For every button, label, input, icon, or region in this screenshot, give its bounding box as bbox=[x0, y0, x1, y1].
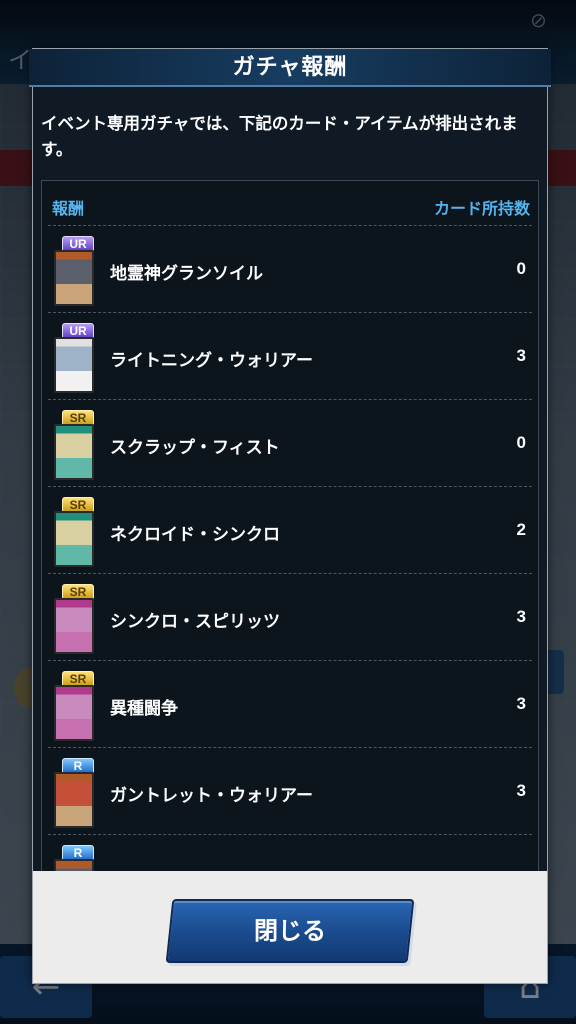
card-name: シンクロ・スピリッツ bbox=[110, 612, 280, 632]
dialog-header: ガチャ報酬 bbox=[29, 49, 551, 87]
card-name: 異種闘争 bbox=[110, 699, 178, 719]
card-name: ライトニング・ウォリアー bbox=[110, 351, 313, 371]
owned-count: 0 bbox=[516, 433, 526, 452]
owned-count: 3 bbox=[516, 607, 526, 626]
reward-list-header: 報酬 カード所持数 bbox=[42, 181, 538, 225]
card-name: ガントレット・ウォリアー bbox=[110, 786, 313, 806]
trap-card-icon bbox=[54, 598, 94, 654]
card-name: ネクロイド・シンクロ bbox=[110, 525, 280, 545]
card-name: スクラップ・フィスト bbox=[110, 438, 280, 458]
reward-row[interactable]: SR シンクロ・スピリッツ 3 bbox=[48, 573, 532, 661]
reward-list[interactable]: 報酬 カード所持数 UR 地霊神グランソイル 0 UR ライトニング・ウォリアー… bbox=[41, 180, 539, 882]
reward-row[interactable]: SR ネクロイド・シンクロ 2 bbox=[48, 486, 532, 574]
dialog-body: イベント専用ガチャでは、下記のカード・アイテムが排出されます。 報酬 カード所持… bbox=[33, 87, 547, 882]
owned-count: 3 bbox=[516, 694, 526, 713]
reward-row[interactable]: SR スクラップ・フィスト 0 bbox=[48, 399, 532, 487]
synchro-monster-card-icon bbox=[54, 337, 94, 393]
owned-count: 3 bbox=[516, 346, 526, 365]
dialog-footer: 閉じる bbox=[33, 871, 547, 983]
owned-count: 0 bbox=[516, 259, 526, 278]
owned-count: 2 bbox=[516, 520, 526, 539]
effect-monster-card-icon bbox=[54, 772, 94, 828]
column-owned-count: カード所持数 bbox=[433, 199, 530, 218]
card-name: 地霊神グランソイル bbox=[110, 264, 263, 284]
owned-count: 3 bbox=[516, 781, 526, 800]
reward-row[interactable]: SR 異種闘争 3 bbox=[48, 660, 532, 748]
gacha-reward-dialog: ガチャ報酬 イベント専用ガチャでは、下記のカード・アイテムが排出されます。 報酬… bbox=[29, 48, 551, 984]
reward-row[interactable]: R ガントレット・ウォリアー 3 bbox=[48, 747, 532, 835]
close-button-label: 閉じる bbox=[254, 917, 326, 945]
column-reward: 報酬 bbox=[52, 199, 85, 218]
close-button[interactable]: 閉じる bbox=[165, 899, 415, 963]
spell-card-icon bbox=[54, 511, 94, 567]
reward-row[interactable]: UR ライトニング・ウォリアー 3 bbox=[48, 312, 532, 400]
dialog-description: イベント専用ガチャでは、下記のカード・アイテムが排出されます。 bbox=[41, 114, 518, 159]
effect-monster-card-icon bbox=[54, 250, 94, 306]
dialog-title: ガチャ報酬 bbox=[232, 55, 348, 80]
trap-card-icon bbox=[54, 685, 94, 741]
spell-card-icon bbox=[54, 424, 94, 480]
reward-row[interactable]: UR 地霊神グランソイル 0 bbox=[48, 225, 532, 313]
